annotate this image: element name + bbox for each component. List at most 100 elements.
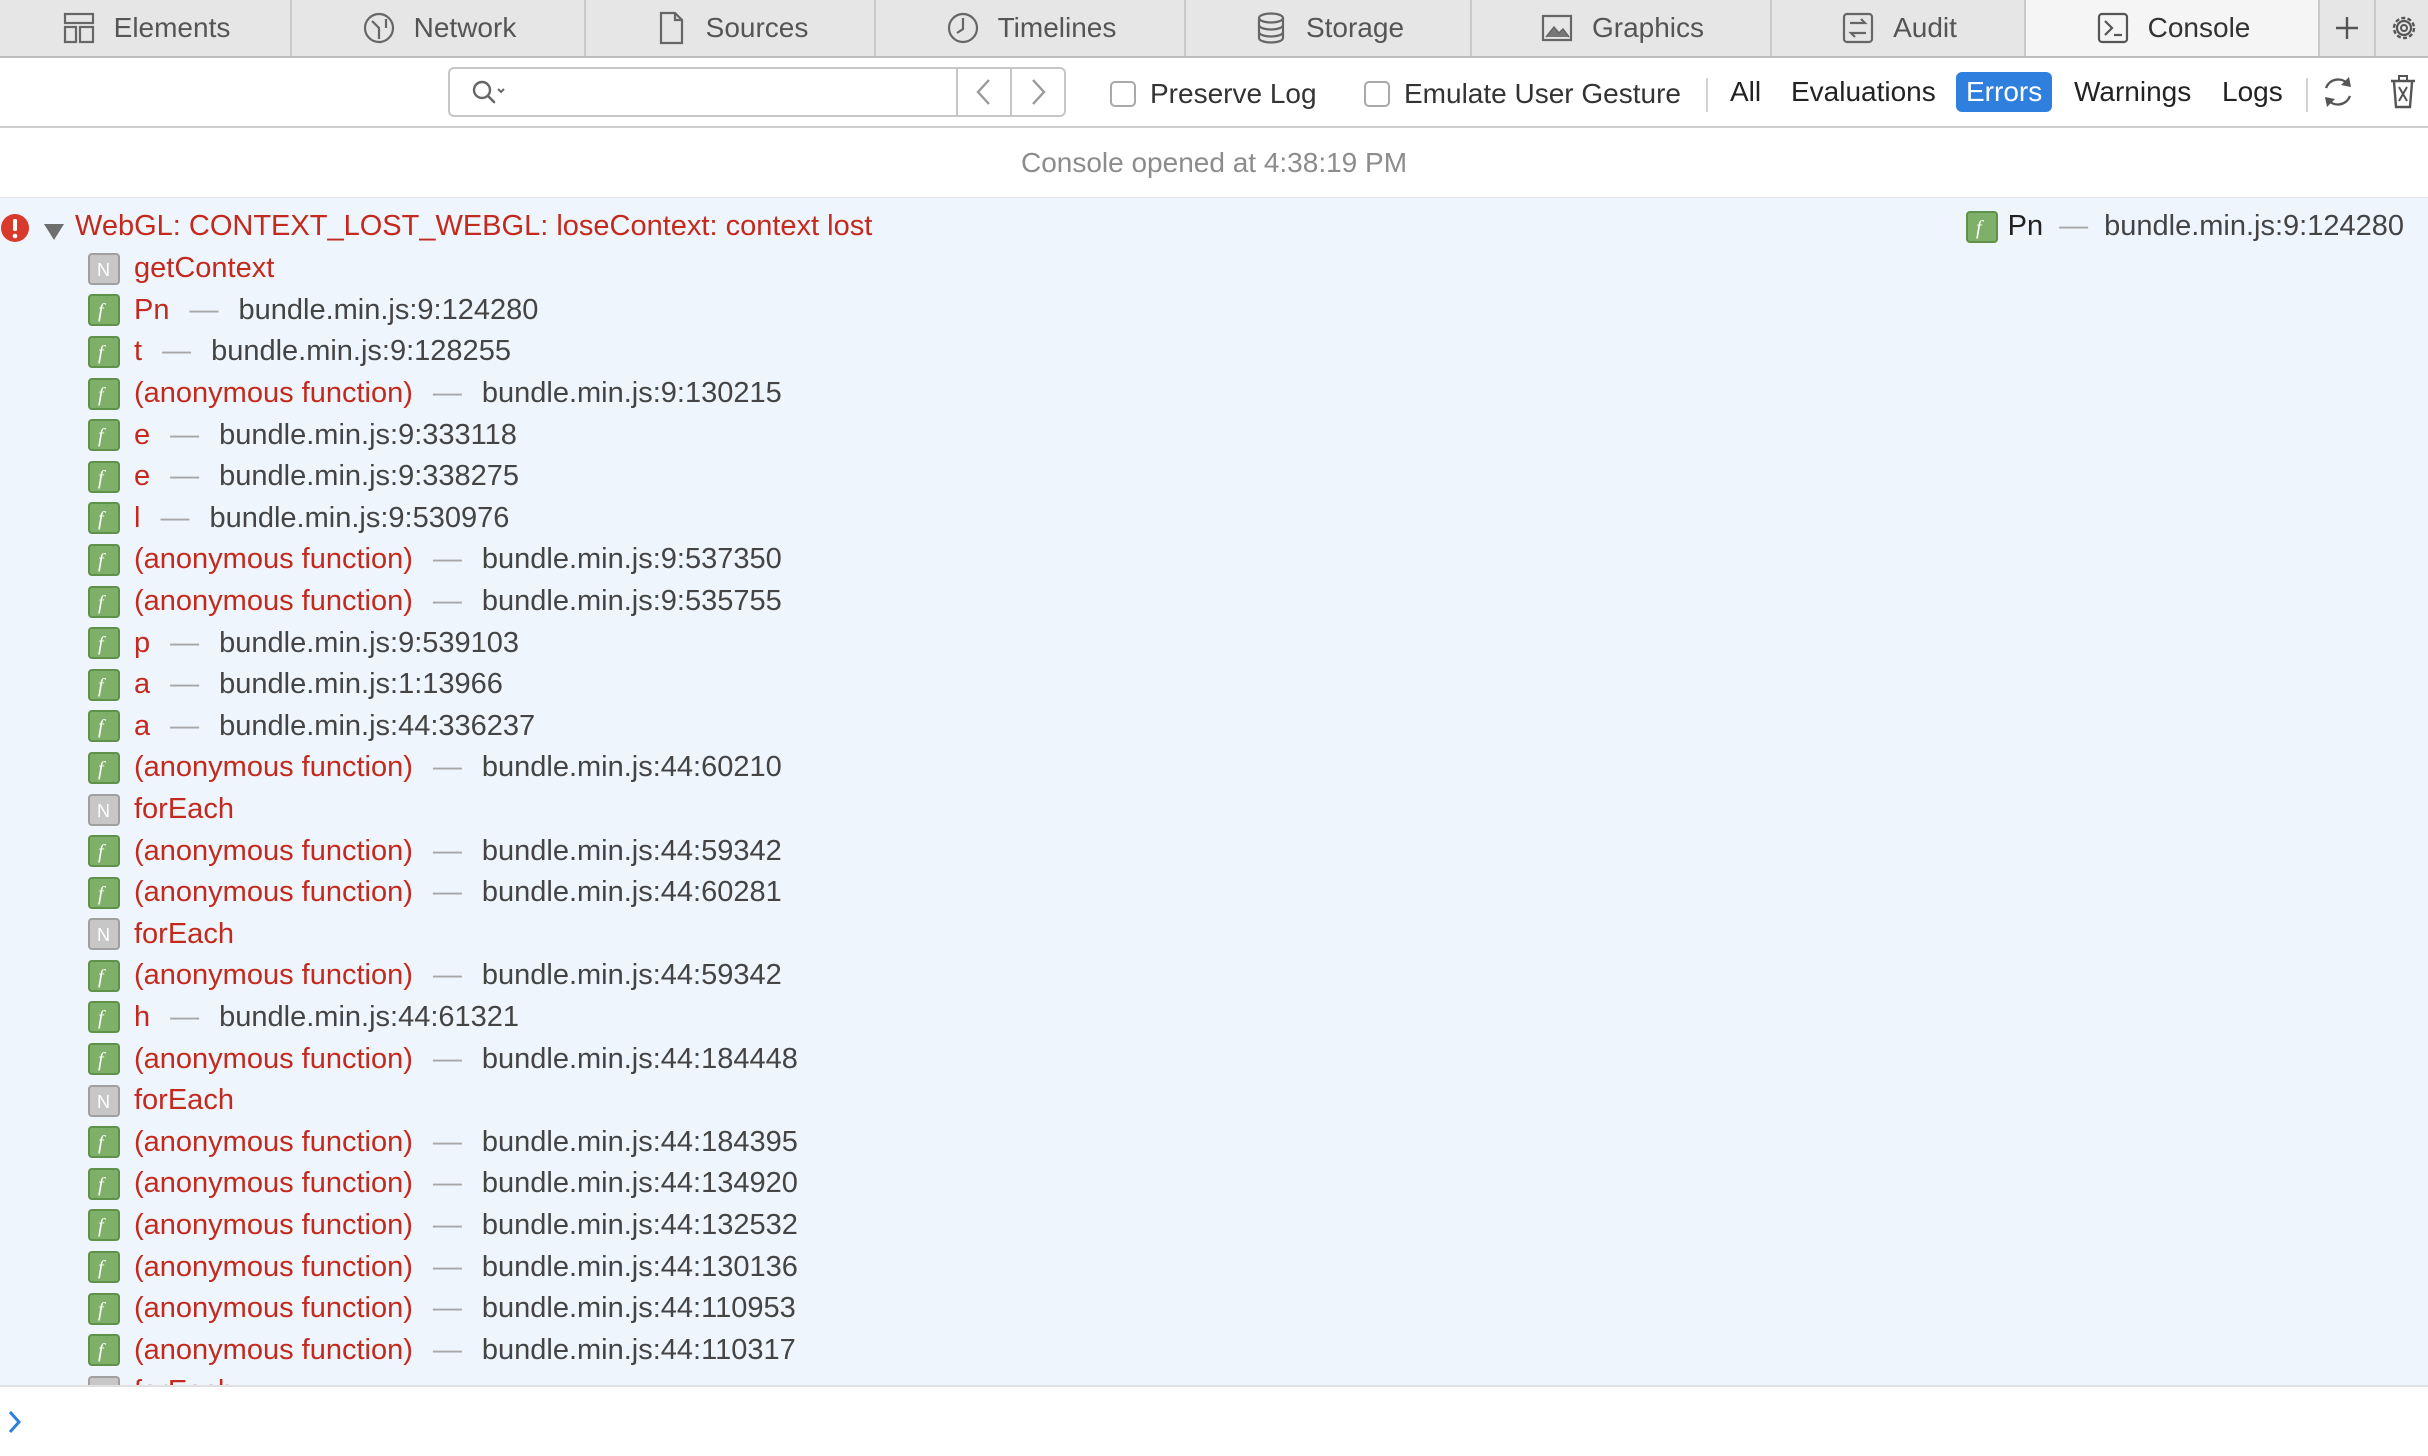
stack-frame[interactable]: f (anonymous function) — bundle.min.js:44:5…	[88, 830, 798, 872]
native-badge-icon: N	[88, 1375, 120, 1385]
function-badge-icon: f	[88, 1043, 120, 1076]
stack-frame[interactable]: f (anonymous function) — bundle.min.js:9:13…	[88, 373, 798, 415]
svg-text:f: f	[98, 675, 106, 697]
frame-location-link[interactable]: bundle.min.js:9:530976	[209, 502, 509, 535]
disclosure-triangle-icon[interactable]	[43, 223, 65, 241]
frame-location-link[interactable]: bundle.min.js:44:59342	[482, 835, 782, 868]
frame-location-link[interactable]: bundle.min.js:44:60281	[482, 876, 782, 909]
frame-location-link[interactable]: bundle.min.js:44:184448	[482, 1043, 798, 1076]
stack-frame[interactable]: f (anonymous function) — bundle.min.js:44:1…	[88, 1205, 798, 1247]
frame-location-link[interactable]: bundle.min.js:44:184395	[482, 1126, 798, 1159]
frame-location-link[interactable]: bundle.min.js:44:110953	[482, 1292, 796, 1325]
frame-location-link[interactable]: bundle.min.js:1:13966	[219, 668, 503, 701]
stack-frame[interactable]: f (anonymous function) — bundle.min.js:44:1…	[88, 1288, 798, 1330]
tab-label: Console	[2147, 12, 2251, 43]
tab-storage[interactable]: Storage	[1186, 0, 1472, 56]
frame-location-link[interactable]: bundle.min.js:9:539103	[219, 627, 519, 660]
search-icon[interactable]	[470, 78, 510, 108]
filter-logs-button[interactable]: Logs	[2212, 72, 2293, 112]
svg-text:f: f	[98, 1340, 106, 1362]
emulate-user-gesture-toggle[interactable]: Emulate User Gesture	[1364, 77, 1681, 111]
tab-graphics[interactable]: Graphics	[1472, 0, 1772, 56]
stack-frame[interactable]: f p — bundle.min.js:9:539103	[88, 622, 798, 664]
tab-label: Storage	[1305, 12, 1405, 43]
stack-frame[interactable]: f t — bundle.min.js:9:128255	[88, 331, 798, 373]
stack-frame[interactable]: f a — bundle.min.js:44:336237	[88, 706, 798, 748]
svg-text:f: f	[98, 467, 106, 489]
frame-location-link[interactable]: bundle.min.js:9:333118	[219, 419, 517, 452]
frame-location-link[interactable]: bundle.min.js:9:338275	[219, 460, 519, 493]
frame-location-link[interactable]: bundle.min.js:44:61321	[219, 1001, 519, 1034]
frame-location-link[interactable]: bundle.min.js:9:130215	[482, 377, 782, 410]
stack-frame[interactable]: f (anonymous function) — bundle.min.js:44:1…	[88, 1121, 798, 1163]
frame-location-link[interactable]: bundle.min.js:44:110317	[482, 1334, 796, 1367]
frame-location-link[interactable]: bundle.min.js:44:132532	[482, 1209, 798, 1242]
tab-network[interactable]: Network	[292, 0, 586, 56]
frame-location-link[interactable]: bundle.min.js:44:134920	[482, 1167, 798, 1200]
frame-separator: —	[432, 543, 462, 576]
frame-function: (anonymous function)	[134, 751, 413, 784]
frame-function: p	[134, 626, 151, 659]
error-header[interactable]: WebGL: CONTEXT_LOST_WEBGL: loseContext: …	[0, 206, 2428, 243]
stack-frame[interactable]: f h — bundle.min.js:44:61321	[88, 997, 798, 1039]
frame-location-link[interactable]: bundle.min.js:9:128255	[211, 335, 511, 368]
frame-location-link[interactable]: bundle.min.js:44:130136	[482, 1251, 798, 1284]
stack-frame[interactable]: f Pn — bundle.min.js:9:124280	[88, 290, 798, 332]
stack-frame[interactable]: f (anonymous function) — bundle.min.js:9:53…	[88, 539, 798, 581]
stack-frame[interactable]: f (anonymous function) — bundle.min.js:44:1…	[88, 1038, 798, 1080]
console-prompt-input[interactable]	[40, 1401, 2404, 1443]
stack-frame[interactable]: f (anonymous function) — bundle.min.js:44:1…	[88, 1163, 798, 1205]
gear-icon	[2392, 16, 2416, 40]
stack-frame[interactable]: f e — bundle.min.js:9:338275	[88, 456, 798, 498]
stack-frame[interactable]: f (anonymous function) — bundle.min.js:44:6…	[88, 747, 798, 789]
filter-warnings-button[interactable]: Warnings	[2064, 72, 2201, 112]
filter-all-button[interactable]: All	[1720, 72, 1771, 112]
search-field[interactable]	[450, 69, 956, 115]
prompt-chevron-icon	[8, 1410, 22, 1434]
frame-location-link[interactable]: bundle.min.js:44:60210	[482, 751, 782, 784]
tab-sources[interactable]: Sources	[586, 0, 876, 56]
frame-separator: —	[432, 1292, 462, 1325]
tab-timelines[interactable]: Timelines	[876, 0, 1186, 56]
reload-icon[interactable]	[2318, 72, 2358, 112]
frame-location-link[interactable]: bundle.min.js:44:336237	[219, 710, 535, 743]
filter-evaluations-button[interactable]: Evaluations	[1781, 72, 1946, 112]
search-input[interactable]	[506, 73, 870, 111]
stack-frame[interactable]: f (anonymous function) — bundle.min.js:9:53…	[88, 581, 798, 623]
frame-function: (anonymous function)	[134, 959, 413, 992]
frame-separator: —	[432, 585, 462, 618]
stack-frame[interactable]: f l — bundle.min.js:9:530976	[88, 498, 798, 540]
stack-frame[interactable]: f (anonymous function) — bundle.min.js:44:6…	[88, 872, 798, 914]
frame-function: t	[134, 335, 143, 368]
frame-location-link[interactable]: bundle.min.js:9:537350	[482, 543, 782, 576]
stack-frame[interactable]: f a — bundle.min.js:1:13966	[88, 664, 798, 706]
stack-frame[interactable]: f (anonymous function) — bundle.min.js:44:5…	[88, 955, 798, 997]
preserve-log-checkbox[interactable]	[1110, 81, 1136, 107]
stack-frame[interactable]: f (anonymous function) — bundle.min.js:44:1…	[88, 1329, 798, 1371]
search-next-button[interactable]	[1010, 69, 1064, 115]
trash-icon[interactable]	[2383, 72, 2423, 112]
error-source-link[interactable]: f Pn — bundle.min.js:9:124280	[1965, 210, 2404, 243]
preserve-log-toggle[interactable]: Preserve Log	[1110, 77, 1317, 111]
settings-button[interactable]	[2376, 0, 2428, 56]
frame-function: (anonymous function)	[134, 1292, 413, 1325]
stack-frame[interactable]: f e — bundle.min.js:9:333118	[88, 414, 798, 456]
stack-frame[interactable]: f (anonymous function) — bundle.min.js:44:1…	[88, 1246, 798, 1288]
frame-function: forEach	[134, 917, 234, 950]
frame-function: (anonymous function)	[134, 1167, 413, 1200]
tab-elements[interactable]: Elements	[0, 0, 292, 56]
search-previous-button[interactable]	[956, 69, 1010, 115]
audit-icon	[1842, 12, 1874, 44]
tab-audit[interactable]: Audit	[1772, 0, 2026, 56]
filter-errors-button[interactable]: Errors	[1956, 72, 2053, 112]
frame-location-link[interactable]: bundle.min.js:9:535755	[482, 585, 782, 618]
function-badge-icon: f	[88, 502, 120, 535]
new-tab-button[interactable]	[2320, 0, 2376, 56]
tab-console[interactable]: Console	[2026, 0, 2320, 56]
toolbar-divider	[2306, 78, 2308, 112]
emulate-user-gesture-checkbox[interactable]	[1364, 81, 1390, 107]
frame-location-link[interactable]: bundle.min.js:44:59342	[482, 959, 782, 992]
function-badge-icon: f	[88, 668, 120, 701]
console-prompt[interactable]	[0, 1385, 2428, 1456]
frame-location-link[interactable]: bundle.min.js:9:124280	[238, 294, 538, 327]
